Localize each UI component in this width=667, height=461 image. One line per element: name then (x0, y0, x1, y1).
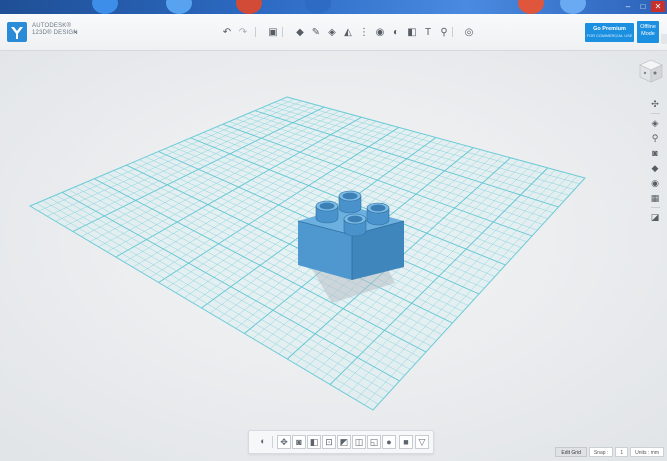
app-brand: AUTODESK® 123D® DESIGN (32, 23, 78, 37)
rotate-icon[interactable]: ◙ (292, 435, 306, 449)
premium-subtitle: FOR COMMERCIAL USE (586, 33, 633, 38)
taskbar-app-icon[interactable] (560, 0, 586, 14)
status-bar: Edit Grid Snap : 1 Units : mm (555, 447, 664, 457)
brand-product: 123D® DESIGN (32, 30, 78, 36)
maximize-icon[interactable]: □ (636, 1, 650, 12)
measure-icon[interactable]: ◧ (405, 25, 419, 39)
select-icon[interactable]: ◐ (257, 435, 269, 448)
brick-stud[interactable] (338, 190, 362, 214)
brand-company: AUTODESK® (32, 23, 72, 29)
navigation-bar: ✣ ◈ ⚲ ◙ ◆ ◉ ▦ ◪ (647, 98, 663, 223)
pan-icon[interactable]: ✣ (649, 98, 661, 110)
brick-stud[interactable] (315, 200, 339, 224)
scale-icon[interactable]: ◧ (307, 435, 321, 449)
grid-icon[interactable]: ▦ (649, 192, 661, 204)
bottom-toolbar-separator (272, 436, 273, 448)
orbit-icon[interactable]: ◈ (649, 117, 661, 129)
offline-line1: Offline (640, 24, 656, 30)
taskbar-app-icon[interactable] (236, 0, 262, 14)
material-icon[interactable]: ● (382, 435, 396, 449)
main-toolbar: AUTODESK® 123D® DESIGN ⌄ ↶ ↷ ▣ ◆ ✎ ◈ ◭ ⋮ ◉ ◐ ◧ T ⚲ ◎ … (0, 14, 667, 51)
taskbar-app-icon[interactable] (92, 0, 118, 14)
redo-icon[interactable]: ↷ (236, 25, 250, 39)
os-taskbar: – □ ✕ (0, 0, 667, 14)
viewcube-icon[interactable] (638, 58, 664, 84)
edit-grid-button[interactable]: Edit Grid (555, 447, 587, 457)
material-icon[interactable]: ◎ (462, 25, 476, 39)
workplane-scene[interactable] (0, 51, 667, 461)
move-icon[interactable]: ✥ (277, 435, 291, 449)
mirror-icon[interactable]: ◱ (367, 435, 381, 449)
primitives-icon[interactable]: ◆ (293, 25, 307, 39)
bottom-toolbar: ◐ ✥ ◙ ◧ ⊡ ◩ ◫ ◱ ● ■ ▽ (248, 430, 434, 454)
undo-icon[interactable]: ↶ (220, 25, 234, 39)
material-view-icon[interactable]: ◪ (649, 211, 661, 223)
combine-icon[interactable]: ◐ (389, 25, 403, 39)
toolbar-separator (452, 27, 453, 37)
close-icon[interactable]: ✕ (651, 1, 665, 12)
sketch-icon[interactable]: ✎ (309, 25, 323, 39)
units-selector[interactable]: Units : mm (630, 447, 664, 457)
snap-icon[interactable]: ⚲ (437, 25, 451, 39)
smart-scale-icon[interactable]: ◩ (337, 435, 351, 449)
brick-stud[interactable] (366, 202, 390, 226)
filter-icon[interactable]: ▽ (415, 435, 429, 449)
navbar-separator (650, 113, 660, 114)
toolbar-overflow[interactable] (661, 34, 667, 44)
new-project-icon[interactable]: ▣ (266, 25, 280, 39)
group-icon[interactable]: ◉ (373, 25, 387, 39)
app-logo-icon[interactable] (7, 22, 27, 42)
taskbar-app-icon[interactable] (305, 0, 331, 14)
construct-icon[interactable]: ◈ (325, 25, 339, 39)
solid-icon[interactable]: ■ (399, 435, 413, 449)
perspective-icon[interactable]: ◆ (649, 162, 661, 174)
offline-mode-button[interactable]: Offline Mode (637, 21, 659, 43)
taskbar-app-icon[interactable] (518, 0, 544, 14)
brick-stud[interactable] (343, 213, 367, 237)
text-icon[interactable]: T (421, 25, 435, 39)
fit-icon[interactable]: ◙ (649, 147, 661, 159)
window-controls: – □ ✕ (621, 1, 665, 12)
toolbar-separator (255, 27, 256, 37)
visibility-icon[interactable]: ◉ (649, 177, 661, 189)
premium-title: Go Premium (593, 26, 626, 32)
go-premium-button[interactable]: Go Premium FOR COMMERCIAL USE (585, 23, 634, 42)
minimize-icon[interactable]: – (621, 1, 635, 12)
snap-value[interactable]: 1 (615, 447, 629, 457)
zoom-icon[interactable]: ⚲ (649, 132, 661, 144)
offline-line2: Mode (641, 31, 655, 37)
chevron-down-icon[interactable]: ⌄ (72, 26, 79, 35)
3d-viewport[interactable]: ✣ ◈ ⚲ ◙ ◆ ◉ ▦ ◪ (0, 51, 667, 461)
ruler-icon[interactable]: ◫ (352, 435, 366, 449)
align-icon[interactable]: ⊡ (322, 435, 336, 449)
modify-icon[interactable]: ◭ (341, 25, 355, 39)
pattern-icon[interactable]: ⋮ (357, 25, 371, 39)
navbar-separator (650, 207, 660, 208)
snap-label: Snap : (588, 447, 614, 457)
taskbar-app-icon[interactable] (166, 0, 192, 14)
toolbar-separator (282, 27, 283, 37)
